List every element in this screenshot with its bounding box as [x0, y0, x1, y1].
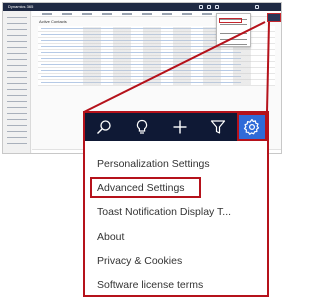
menu-item-software-license-terms[interactable]: Software license terms: [97, 279, 203, 292]
thumbnail-highlight: [219, 18, 242, 23]
gear-icon: [243, 118, 260, 135]
app-header: Dynamics 365: [3, 3, 281, 11]
zoomed-settings-panel: Personalization Settings Advanced Settin…: [83, 111, 269, 297]
settings-gear-button[interactable]: [237, 113, 267, 141]
menu-item-toast-notification-display[interactable]: Toast Notification Display T...: [97, 206, 231, 219]
menu-item-personalization-settings[interactable]: Personalization Settings: [97, 158, 210, 171]
header-icon: [199, 5, 203, 9]
app-title: Dynamics 365: [8, 4, 34, 9]
screenshot-stage: Dynamics 365 Active Contacts Personaliza…: [0, 0, 285, 300]
thumbnail-gear-highlight: [267, 13, 281, 22]
header-icon: [255, 5, 259, 9]
header-icon: [215, 5, 219, 9]
search-icon[interactable]: [96, 119, 112, 135]
header-icon: [207, 5, 211, 9]
sitemap-nav: [3, 11, 31, 153]
menu-item-advanced-settings[interactable]: Advanced Settings: [97, 182, 185, 195]
plus-icon[interactable]: [172, 119, 188, 135]
header-toolbar: [85, 113, 267, 141]
view-title: Active Contacts: [39, 19, 67, 24]
menu-item-about[interactable]: About: [97, 231, 124, 244]
filter-icon[interactable]: [210, 119, 226, 135]
lightbulb-icon[interactable]: [134, 119, 150, 135]
menu-item-privacy-cookies[interactable]: Privacy & Cookies: [97, 255, 182, 268]
